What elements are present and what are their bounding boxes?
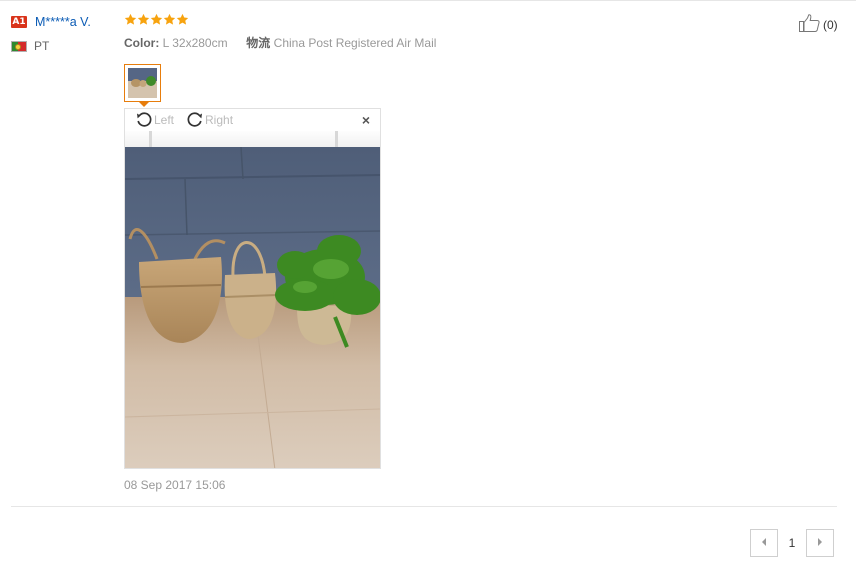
- pagination: 1: [750, 529, 834, 557]
- current-page[interactable]: 1: [778, 536, 806, 550]
- star-icon: [150, 13, 163, 26]
- rotate-right-label: Right: [205, 113, 234, 127]
- color-label: Color:: [124, 36, 160, 50]
- rotate-right-button[interactable]: Right: [186, 110, 233, 131]
- star-icon: [137, 13, 150, 26]
- top-divider: [0, 0, 856, 1]
- photo-top-strip: [125, 129, 380, 147]
- shipping-label: 物流: [246, 36, 271, 50]
- shipping-value: China Post Registered Air Mail: [273, 36, 437, 50]
- thumbnail-pointer: [139, 102, 149, 107]
- reviewer-name[interactable]: M*****a V.: [35, 15, 91, 29]
- close-icon[interactable]: ×: [362, 112, 370, 128]
- review-photo-thumbnail[interactable]: [124, 64, 161, 102]
- image-viewer: Left Right ×: [124, 108, 381, 469]
- reviewer-country: PT: [34, 39, 50, 53]
- star-icon: [163, 13, 176, 26]
- portugal-flag-icon: [11, 40, 27, 52]
- image-viewer-toolbar: Left Right ×: [125, 109, 380, 131]
- reviewer-name-row: A1 M*****a V.: [11, 14, 116, 30]
- rotate-left-button[interactable]: Left: [135, 110, 174, 131]
- reviewer-info: A1 M*****a V. PT: [11, 14, 116, 54]
- rotate-right-icon: [186, 110, 204, 131]
- bottom-divider: [11, 506, 837, 507]
- previous-page-button[interactable]: [750, 529, 778, 557]
- helpful-count: (0): [823, 17, 838, 32]
- star-icon: [124, 13, 137, 26]
- level-badge: A1: [11, 16, 27, 28]
- review-photo: [125, 146, 380, 468]
- helpful-button[interactable]: (0): [799, 14, 838, 35]
- chevron-left-icon: [760, 536, 768, 550]
- star-icon: [176, 13, 189, 26]
- rotate-left-label: Left: [154, 113, 175, 127]
- chevron-right-icon: [816, 536, 824, 550]
- rating-stars: [124, 13, 189, 28]
- next-page-button[interactable]: [806, 529, 834, 557]
- color-value: L 32x280cm: [162, 36, 228, 50]
- review-date: 08 Sep 2017 15:06: [124, 478, 226, 492]
- order-info: Color: L 32x280cm 物流 China Post Register…: [124, 34, 436, 51]
- thumbnail-image: [128, 68, 157, 98]
- reviewer-country-row: PT: [11, 38, 116, 54]
- thumbs-up-icon[interactable]: [799, 14, 820, 35]
- rotate-left-icon: [135, 110, 153, 131]
